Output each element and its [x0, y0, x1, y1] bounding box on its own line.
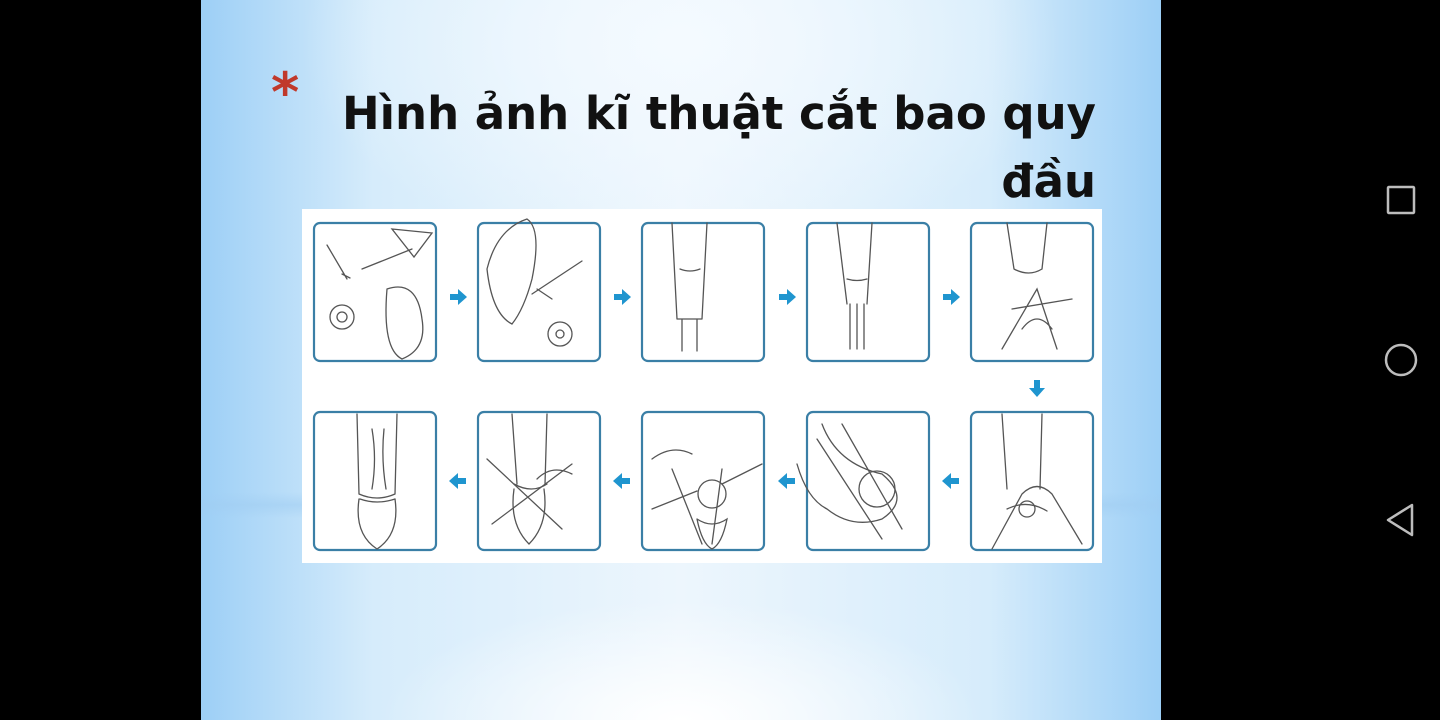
arrow-left-icon — [449, 473, 466, 489]
back-button[interactable] — [1381, 500, 1421, 540]
android-navigation-bar — [1161, 0, 1440, 720]
step-panel-8 — [640, 410, 766, 552]
screen: * Hình ảnh kĩ thuật cắt bao quy đầu — [0, 0, 1440, 720]
step-panel-6 — [312, 410, 438, 552]
square-icon — [1386, 185, 1416, 215]
arrow-left-icon — [778, 473, 795, 489]
arrow-right-icon — [943, 289, 960, 305]
step-panel-10 — [969, 410, 1095, 552]
procedure-figure — [302, 209, 1102, 563]
circle-icon — [1384, 343, 1418, 377]
arrow-down-icon — [1029, 380, 1045, 397]
arrow-left-icon — [942, 473, 959, 489]
home-button[interactable] — [1381, 340, 1421, 380]
slide-title: Hình ảnh kĩ thuật cắt bao quy đầu — [341, 87, 1096, 208]
triangle-back-icon — [1386, 503, 1414, 537]
arrow-left-icon — [613, 473, 630, 489]
step-panel-1 — [312, 221, 438, 363]
step-panels — [312, 221, 1095, 552]
procedure-diagram — [312, 218, 1095, 552]
arrow-right-icon — [614, 289, 631, 305]
arrow-right-icon — [779, 289, 796, 305]
presentation-slide: * Hình ảnh kĩ thuật cắt bao quy đầu — [201, 0, 1161, 720]
step-panel-5 — [969, 221, 1095, 363]
bullet-asterisk: * — [271, 61, 300, 124]
recent-apps-button[interactable] — [1381, 180, 1421, 220]
arrow-right-icon — [450, 289, 467, 305]
